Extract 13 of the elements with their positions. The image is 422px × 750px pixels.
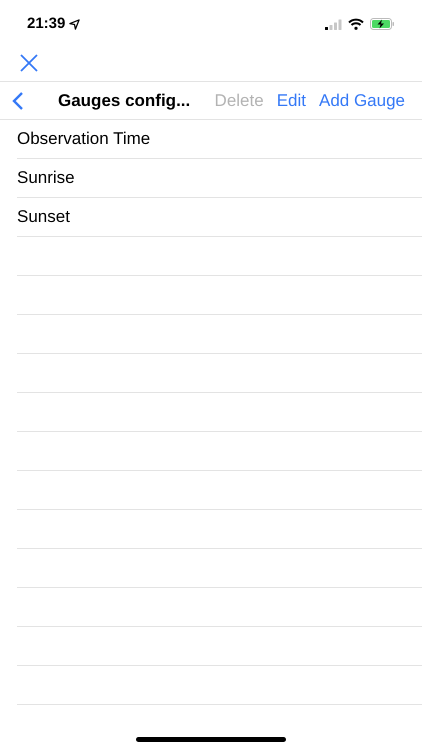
nav-title: Gauges config... <box>58 90 190 112</box>
list-item[interactable]: Observation Time <box>17 126 150 152</box>
nav-action[interactable]: Add Gauge <box>318 88 405 114</box>
list-item[interactable]: Sunset <box>17 204 70 230</box>
wifi-icon <box>348 18 364 30</box>
back-chevron-icon <box>12 90 24 110</box>
location-icon <box>69 18 80 30</box>
battery-charging-icon <box>370 18 395 30</box>
signal-icon <box>325 18 342 30</box>
nav-action[interactable]: Edit <box>276 88 306 114</box>
status-time: 21:39 <box>27 14 66 34</box>
list-item[interactable]: Sunrise <box>17 165 75 191</box>
close-icon <box>19 52 39 72</box>
